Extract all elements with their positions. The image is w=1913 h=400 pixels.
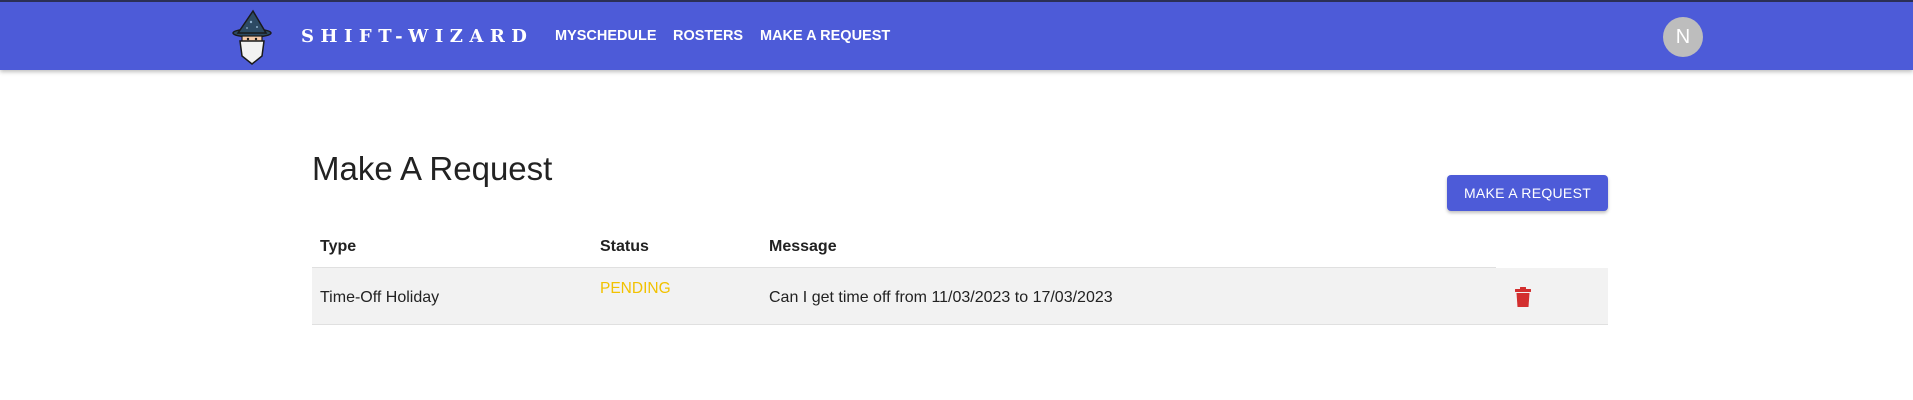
table-row: Time-Off Holiday PENDING Can I get time … bbox=[312, 268, 1608, 325]
nav-link-make-a-request[interactable]: MAKE A REQUEST bbox=[760, 28, 890, 44]
app-bar: SHIFT-WIZARD MYSCHEDULE ROSTERS MAKE A R… bbox=[0, 0, 1913, 70]
request-type: Time-Off Holiday bbox=[320, 289, 440, 306]
column-header-message: Message bbox=[769, 238, 837, 255]
status-badge: PENDING bbox=[600, 280, 671, 297]
nav-link-rosters[interactable]: ROSTERS bbox=[673, 28, 743, 44]
wizard-logo-icon[interactable] bbox=[226, 8, 278, 66]
brand-name: SHIFT-WIZARD bbox=[301, 26, 534, 47]
request-message: Can I get time off from 11/03/2023 to 17… bbox=[769, 289, 1113, 306]
column-header-status: Status bbox=[600, 238, 649, 255]
make-a-request-button[interactable]: MAKE A REQUEST bbox=[1447, 175, 1608, 211]
column-header-type: Type bbox=[320, 238, 357, 255]
nav-link-myschedule[interactable]: MYSCHEDULE bbox=[555, 28, 657, 44]
trash-icon[interactable] bbox=[1510, 284, 1536, 310]
page-title: Make A Request bbox=[312, 150, 553, 187]
user-avatar[interactable]: N bbox=[1663, 17, 1703, 57]
